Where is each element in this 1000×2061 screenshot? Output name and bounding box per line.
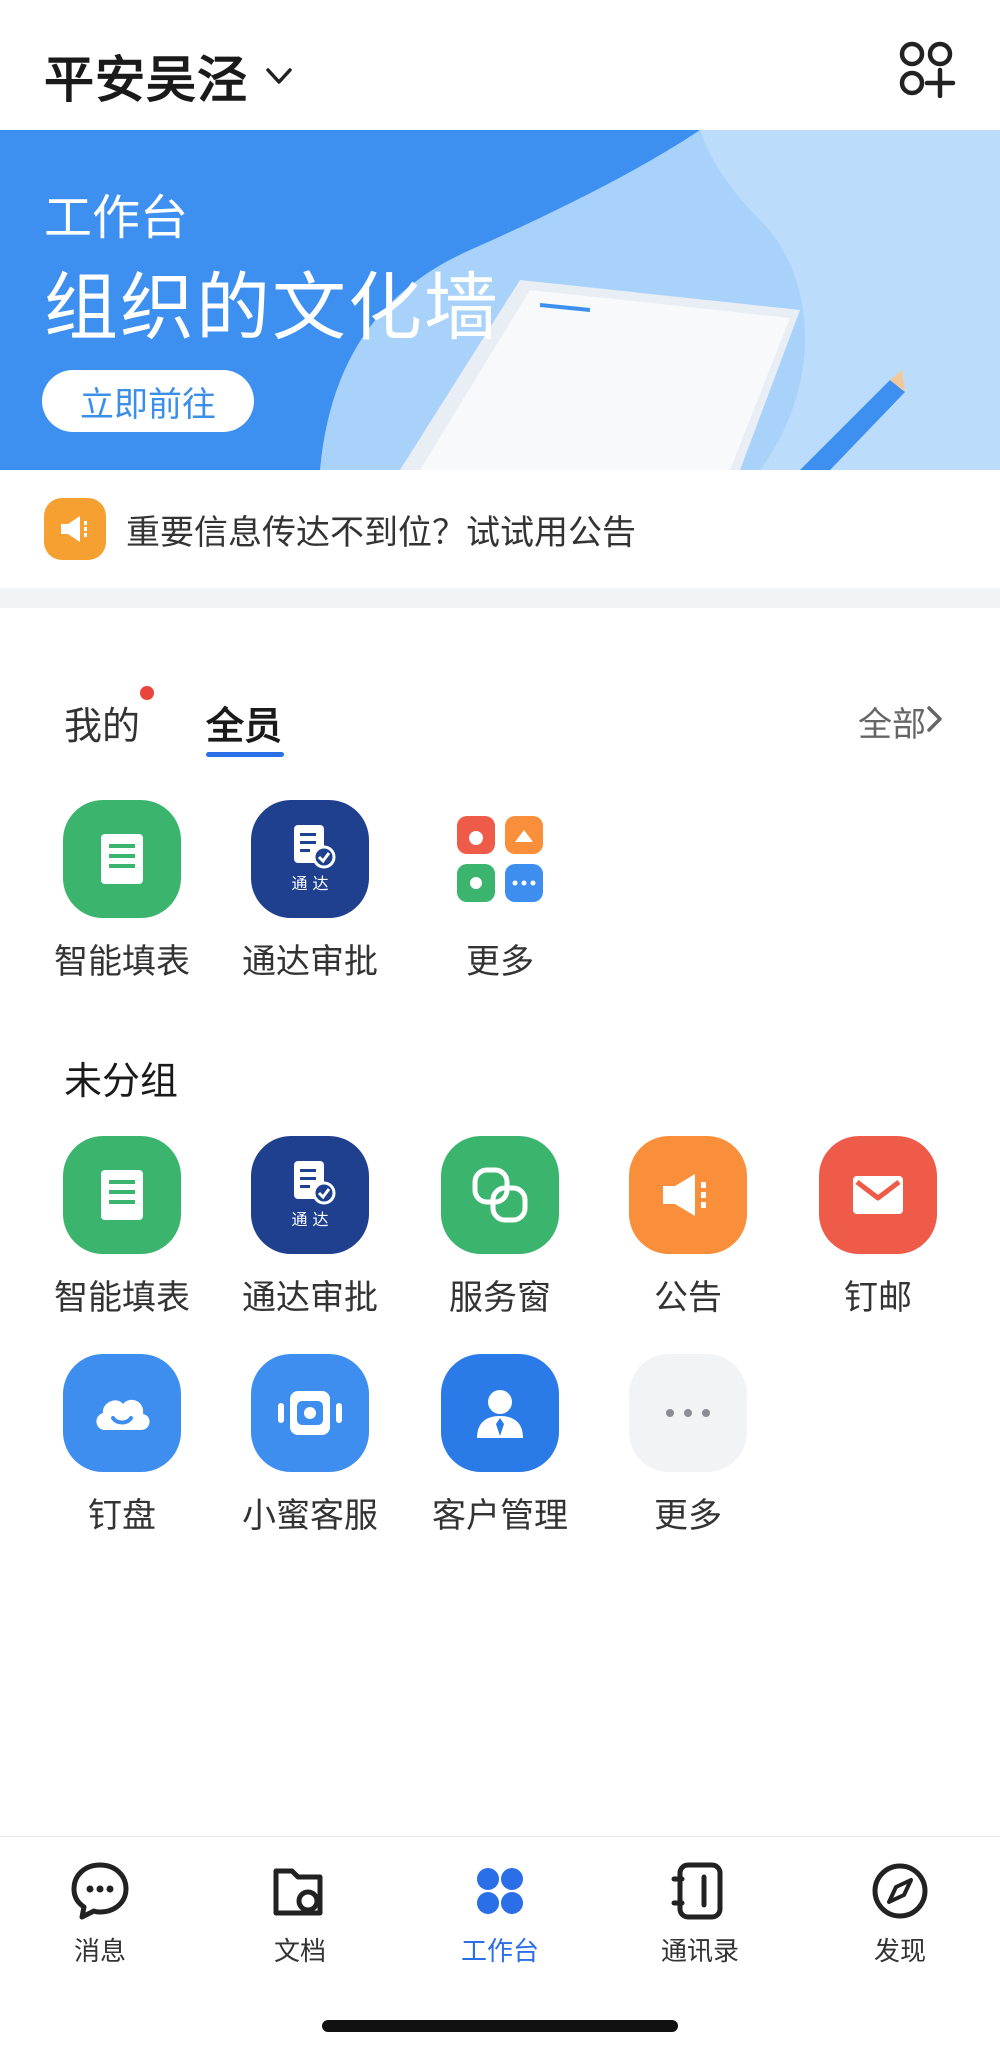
announcement-tip[interactable]: 重要信息传达不到位？试试用公告 (0, 470, 1000, 588)
app-label: 小蜜客服 (242, 1496, 378, 1536)
view-all-link[interactable]: 全部 (858, 697, 926, 746)
app-label: 钉邮 (844, 1278, 912, 1318)
nav-label: 发现 (873, 1937, 926, 1967)
app-label: 钉盘 (88, 1496, 156, 1536)
more-grid-icon (441, 800, 559, 918)
message-icon (71, 1862, 129, 1920)
app-label: 服务窗 (449, 1278, 551, 1318)
approval-icon: 通 达 (251, 1136, 369, 1254)
contacts-icon (671, 1862, 723, 1920)
form-icon (63, 800, 181, 918)
nav-label: 通讯录 (660, 1937, 739, 1967)
home-indicator[interactable] (322, 2020, 678, 2032)
bottom-nav: 消息 文档 工作台 通讯录 发现 (0, 1836, 1000, 1976)
app-label: 更多 (654, 1496, 722, 1536)
banner-subtitle: 工作台 (44, 190, 189, 246)
app-smart-form[interactable]: 智能填表 (37, 800, 207, 983)
add-app-icon[interactable] (898, 40, 956, 98)
more-dots-icon (629, 1354, 747, 1472)
app-label: 客户管理 (432, 1496, 568, 1536)
nav-messages[interactable]: 消息 (25, 1859, 175, 1968)
robot-icon (251, 1354, 369, 1472)
tab-mine[interactable]: 我的 (64, 695, 140, 750)
approval-badge-text: 通 达 (291, 874, 328, 893)
app-smart-form[interactable]: 智能填表 (37, 1136, 207, 1319)
document-icon (273, 1868, 323, 1916)
app-label: 公告 (654, 1278, 722, 1318)
nav-documents[interactable]: 文档 (225, 1859, 375, 1968)
mail-icon (819, 1136, 937, 1254)
app-ding-mail[interactable]: 钉邮 (793, 1136, 963, 1319)
app-tongda-approval[interactable]: 通 达 通达审批 (225, 1136, 395, 1319)
customer-icon (441, 1354, 559, 1472)
workbench-icon (477, 1868, 523, 1914)
approval-icon: 通 达 (251, 800, 369, 918)
app-more[interactable]: 更多 (415, 800, 585, 983)
approval-badge-text: 通 达 (291, 1210, 328, 1229)
app-ding-drive[interactable]: 钉盘 (37, 1354, 207, 1537)
megaphone-icon (629, 1136, 747, 1254)
app-label: 智能填表 (54, 942, 190, 982)
active-tab-indicator (206, 752, 284, 757)
unread-dot (140, 686, 154, 700)
announcement-tip-text: 重要信息传达不到位？试试用公告 (126, 512, 636, 553)
app-label: 智能填表 (54, 1278, 190, 1318)
service-window-icon (441, 1136, 559, 1254)
banner-title: 组织的文化墙 (44, 265, 500, 351)
form-icon (63, 1136, 181, 1254)
app-label: 通达审批 (242, 942, 378, 982)
compass-icon (872, 1863, 928, 1919)
nav-contacts[interactable]: 通讯录 (625, 1859, 775, 1968)
nav-discover[interactable]: 发现 (825, 1859, 975, 1968)
megaphone-icon (44, 498, 106, 560)
culture-wall-banner[interactable]: 工作台 组织的文化墙 立即前往 (0, 130, 1000, 470)
app-customer-management[interactable]: 客户管理 (415, 1354, 585, 1537)
app-more[interactable]: 更多 (603, 1354, 773, 1537)
group-title: 未分组 (64, 1059, 179, 1103)
workbench-page: 平安吴泾 工作台 组织的文化墙 立即前往 重要信息传达不到位？试试用公告 我的 … (0, 0, 1000, 2061)
nav-label: 消息 (73, 1937, 126, 1967)
nav-label: 文档 (273, 1937, 326, 1967)
app-label: 更多 (466, 942, 534, 982)
go-now-button[interactable]: 立即前往 (42, 370, 254, 432)
nav-label: 工作台 (460, 1937, 539, 1967)
org-switcher[interactable]: 平安吴泾 (44, 40, 296, 112)
app-tongda-approval[interactable]: 通 达 通达审批 (225, 800, 395, 983)
header: 平安吴泾 (0, 0, 1000, 130)
app-xiaomi-service[interactable]: 小蜜客服 (225, 1354, 395, 1537)
section-divider (0, 588, 1000, 608)
chevron-right-icon[interactable] (924, 704, 946, 734)
cloud-icon (63, 1354, 181, 1472)
app-label: 通达审批 (242, 1278, 378, 1318)
app-announcement[interactable]: 公告 (603, 1136, 773, 1319)
tab-all-members[interactable]: 全员 (206, 695, 282, 750)
org-name: 平安吴泾 (44, 51, 248, 109)
chevron-down-icon (266, 68, 292, 84)
app-service-window[interactable]: 服务窗 (415, 1136, 585, 1319)
nav-workbench[interactable]: 工作台 (425, 1859, 575, 1968)
